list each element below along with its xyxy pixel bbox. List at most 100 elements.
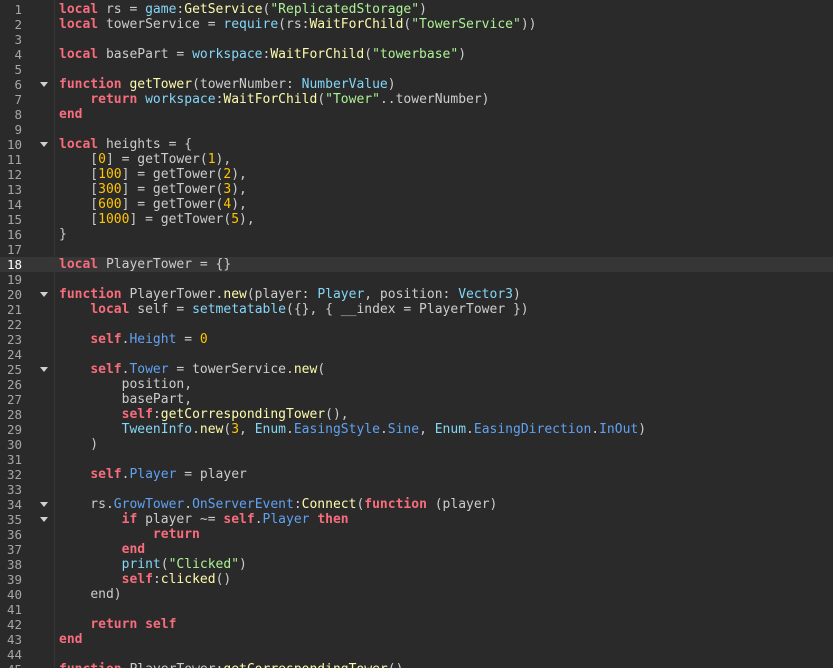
code-line[interactable]: 33 [0, 482, 833, 497]
code-line[interactable]: 26 position, [0, 377, 833, 392]
code-line[interactable]: 18 local PlayerTower = {} [0, 257, 833, 272]
code-token: basePart = [98, 47, 193, 62]
line-number: 23 [6, 332, 22, 347]
code-line[interactable]: 19 [0, 272, 833, 287]
code-line[interactable]: 17 [0, 242, 833, 257]
code-line[interactable]: 24 [0, 347, 833, 362]
code-line[interactable]: 23 self.Height = 0 [0, 332, 833, 347]
code-line[interactable]: 22 [0, 317, 833, 332]
code-token: local [59, 17, 99, 32]
code-line[interactable]: 14 [600] = getTower(4), [0, 197, 833, 212]
line-number: 19 [6, 272, 22, 287]
code-text: self:getCorrespondingTower(), [59, 407, 349, 422]
chevron-down-icon[interactable] [38, 497, 48, 512]
code-text: [100] = getTower(2), [59, 167, 247, 182]
code-text: local PlayerTower = {} [59, 257, 231, 272]
code-line[interactable]: 8 end [0, 107, 833, 122]
chevron-down-icon[interactable] [38, 77, 48, 92]
code-token: Connect [301, 497, 357, 512]
code-text: print("Clicked") [59, 557, 247, 572]
code-line[interactable]: 13 [300] = getTower(3), [0, 182, 833, 197]
code-line[interactable]: 40 end) [0, 587, 833, 602]
code-token: (player) [426, 497, 498, 512]
code-token: 1000 [98, 212, 130, 227]
code-token: } [59, 227, 67, 242]
code-line[interactable]: 11 [0] = getTower(1), [0, 152, 833, 167]
code-line[interactable]: 29 TweenInfo.new(3, Enum.EasingStyle.Sin… [0, 422, 833, 437]
code-token: require [223, 17, 279, 32]
code-line[interactable]: 4 local basePart = workspace:WaitForChild… [0, 47, 833, 62]
code-line[interactable]: 15 [1000] = getTower(5), [0, 212, 833, 227]
code-line[interactable]: 2 local towerService = require(rs:WaitFor… [0, 17, 833, 32]
code-text: [0] = getTower(1), [59, 152, 231, 167]
script-editor[interactable]: 1 local rs = game:GetService("ReplicatedS… [0, 0, 833, 668]
code-text: return self [59, 617, 176, 632]
line-number: 42 [6, 617, 22, 632]
line-number: 18 [6, 257, 22, 272]
code-token: . [192, 422, 200, 437]
chevron-down-icon[interactable] [38, 512, 48, 527]
code-line[interactable]: 43 end [0, 632, 833, 647]
code-line[interactable]: 9 [0, 122, 833, 137]
code-line[interactable]: 12 [100] = getTower(2), [0, 167, 833, 182]
code-line[interactable]: 25 self.Tower = towerService.new( [0, 362, 833, 377]
code-token: (towerNumber: [192, 77, 302, 92]
code-line[interactable]: 28 self:getCorrespondingTower(), [0, 407, 833, 422]
code-token: [ [59, 152, 99, 167]
code-token: ) [387, 77, 396, 92]
code-line[interactable]: 38 print("Clicked") [0, 557, 833, 572]
code-token: )) [520, 17, 537, 32]
code-line[interactable]: 34 rs.GrowTower.OnServerEvent:Connect(fu… [0, 497, 833, 512]
line-number: 25 [6, 362, 22, 377]
chevron-down-icon[interactable] [38, 362, 48, 377]
code-line[interactable]: 36 return [0, 527, 833, 542]
code-token: (player: [246, 287, 318, 302]
code-token: . [184, 497, 193, 512]
line-number: 34 [6, 497, 22, 512]
code-token: : [152, 572, 161, 587]
code-token: position, [59, 377, 193, 392]
code-text: self.Height = 0 [59, 332, 207, 347]
code-line[interactable]: 21 local self = setmetatable({}, { __ind… [0, 302, 833, 317]
code-text: local rs = game:GetService("ReplicatedSt… [59, 2, 427, 17]
code-line[interactable]: 10 local heights = { [0, 137, 833, 152]
code-token: , position: [364, 287, 459, 302]
code-line[interactable]: 35 if player ~= self.Player then [0, 512, 833, 527]
line-number: 29 [6, 422, 22, 437]
code-line[interactable]: 5 [0, 62, 833, 77]
code-line[interactable]: 6 function getTower(towerNumber: NumberVa… [0, 77, 833, 92]
code-text: local basePart = workspace:WaitForChild(… [59, 47, 466, 62]
code-line[interactable]: 39 self:clicked() [0, 572, 833, 587]
chevron-down-icon[interactable] [38, 287, 48, 302]
code-line[interactable]: 20 function PlayerTower.new(player: Playe… [0, 287, 833, 302]
line-number: 17 [6, 242, 22, 257]
code-line[interactable]: 1 local rs = game:GetService("ReplicatedS… [0, 2, 833, 17]
code-line[interactable]: 27 basePart, [0, 392, 833, 407]
code-token: ) [638, 422, 647, 437]
code-line[interactable]: 37 end [0, 542, 833, 557]
line-number: 11 [6, 152, 22, 167]
code-token: new [293, 362, 318, 377]
code-line[interactable]: 41 [0, 602, 833, 617]
line-number: 8 [14, 107, 22, 122]
line-number: 6 [14, 77, 22, 92]
code-line[interactable]: 31 [0, 452, 833, 467]
code-line[interactable]: 42 return self [0, 617, 833, 632]
code-line[interactable]: 30 ) [0, 437, 833, 452]
code-line[interactable]: 45 function PlayerTower:getCorrespondingT… [0, 662, 833, 668]
chevron-down-icon[interactable] [38, 137, 48, 152]
code-token: self = [129, 302, 193, 317]
code-lines[interactable]: 1 local rs = game:GetService("ReplicatedS… [0, 2, 833, 668]
code-token: clicked [160, 572, 216, 587]
code-token: Sine [387, 422, 420, 437]
code-line[interactable]: 44 [0, 647, 833, 662]
code-line[interactable]: 16} [0, 227, 833, 242]
code-line[interactable]: 7 return workspace:WaitForChild("Tower".… [0, 92, 833, 107]
code-line[interactable]: 32 self.Player = player [0, 467, 833, 482]
code-token: player ~= [137, 512, 224, 527]
code-line[interactable]: 3 [0, 32, 833, 47]
code-token: WaitForChild [309, 17, 404, 32]
